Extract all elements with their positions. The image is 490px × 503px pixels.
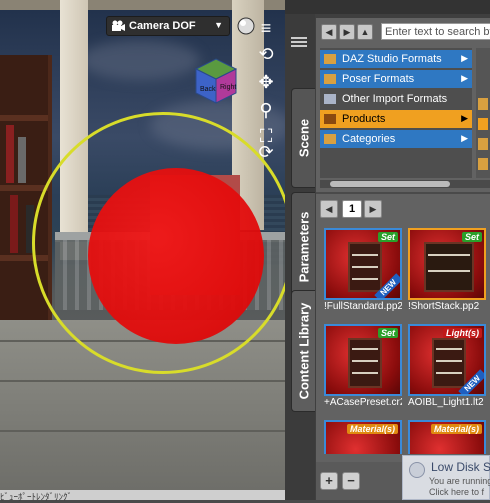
content-thumbnail: Set [324, 324, 402, 396]
tree-item-poser-formats[interactable]: Poser Formats ▶ [320, 70, 472, 88]
content-grid: Set NEW !FullStandard.pp2 Set !ShortStac… [324, 228, 490, 454]
remove-button[interactable]: − [342, 472, 360, 490]
tab-content-library-label: Content Library [296, 302, 311, 400]
panel-divider[interactable] [316, 192, 490, 194]
content-thumbnail: Material(s) [408, 420, 486, 454]
products-icon [324, 114, 336, 124]
item-badge: Set [461, 232, 482, 242]
item-badge: Light(s) [443, 328, 482, 338]
content-item-caption: !ShortStack.pp2 [408, 301, 480, 312]
camera-label: Camera DOF [129, 20, 196, 32]
zoom-icon[interactable]: ⚲ [254, 98, 278, 122]
dock-side-tabs: Scene Parameters Content Library [285, 14, 315, 500]
viewport-status: ﾋﾞｭｰﾎﾟｰﾄﾚﾝﾀﾞﾘﾝｸﾞ [0, 490, 285, 502]
content-thumbnail: Material(s) [324, 420, 402, 454]
content-item-caption: AOIBL_Light1.lt2 [408, 397, 484, 408]
item-badge: Material(s) [430, 424, 482, 434]
tree-item-label: Products [342, 113, 386, 125]
dock-header [285, 0, 490, 14]
chevron-down-icon: ▼ [214, 20, 223, 30]
tab-parameters-label: Parameters [296, 211, 311, 283]
notification-link[interactable]: Click here to f [429, 487, 484, 497]
notification-title: Low Disk S [431, 460, 490, 474]
tree-item-other-import-formats[interactable]: Other Import Formats [320, 90, 472, 108]
tree-item-label: Poser Formats [342, 73, 415, 85]
chevron-right-icon: ▶ [461, 133, 468, 143]
subfolder-column [476, 48, 490, 178]
chevron-right-icon: ▶ [461, 113, 468, 123]
notification-icon [409, 462, 425, 478]
search-input[interactable]: Enter text to search by... [381, 23, 490, 40]
back-arrow-icon[interactable]: ◀ [321, 24, 337, 40]
item-badge: Set [377, 328, 398, 338]
up-arrow-icon[interactable]: ▲ [357, 24, 373, 40]
panel-menu-icon[interactable] [291, 36, 307, 48]
notification-text: You are running [429, 476, 490, 486]
view-cube-front-label: Back [200, 86, 216, 93]
menu-icon[interactable]: ≡ [254, 16, 278, 40]
chevron-right-icon: ▶ [461, 73, 468, 83]
tree-item-products[interactable]: Products ▶ [320, 110, 472, 128]
previous-page-icon[interactable]: ◀ [320, 200, 338, 218]
content-thumbnail: Set NEW [324, 228, 402, 300]
viewport-3d[interactable]: Camera DOF ▼ Back Right ≡ ⟲ ✥ ⚲ ⛶ ⟳ [0, 0, 285, 490]
tab-scene[interactable]: Scene [291, 88, 315, 188]
forward-arrow-icon[interactable]: ▶ [339, 24, 355, 40]
camera-selector[interactable]: Camera DOF ▼ [106, 16, 230, 36]
folder-icon [324, 54, 336, 64]
folder-icon [324, 74, 336, 84]
category-tree: DAZ Studio Formats ▶ Poser Formats ▶ Oth… [320, 48, 472, 178]
view-cube[interactable]: Back Right [190, 55, 242, 107]
content-item-caption: +ACasePreset.cr2 [324, 397, 402, 408]
next-page-icon[interactable]: ▶ [364, 200, 382, 218]
tree-item-daz-studio-formats[interactable]: DAZ Studio Formats ▶ [320, 50, 472, 68]
item-badge: Set [377, 232, 398, 242]
camera-icon [112, 20, 125, 31]
chevron-right-icon: ▶ [461, 53, 468, 63]
viewport-status-text: ﾋﾞｭｰﾎﾟｰﾄﾚﾝﾀﾞﾘﾝｸﾞ [0, 492, 73, 502]
content-thumbnail: Set [408, 228, 486, 300]
view-cube-right-label: Right [220, 84, 236, 91]
item-badge: Material(s) [346, 424, 398, 434]
content-item-caption: !FullStandard.pp2 [324, 301, 402, 312]
add-button[interactable]: + [320, 472, 338, 490]
library-nav: ◀ ▶ ▲ Enter text to search by... [319, 23, 490, 44]
tree-item-label: Categories [342, 133, 396, 145]
content-library-panel: ◀ ▶ ▲ Enter text to search by... DAZ Stu… [316, 18, 490, 500]
tab-content-library[interactable]: Content Library [291, 290, 315, 412]
tree-item-label: DAZ Studio Formats [342, 53, 442, 65]
rotate-gizmo-sphere[interactable] [88, 168, 264, 344]
cloud [80, 40, 200, 80]
orbit-icon[interactable]: ⟲ [254, 42, 278, 66]
search-placeholder: Enter text to search by... [385, 26, 490, 38]
pan-icon[interactable]: ✥ [254, 70, 278, 94]
tree-horizontal-scrollbar[interactable] [320, 180, 490, 188]
folder-icon [324, 134, 336, 144]
content-thumbnail: Light(s) NEW [408, 324, 486, 396]
tree-item-categories[interactable]: Categories ▶ [320, 130, 472, 148]
tab-scene-label: Scene [296, 118, 311, 158]
low-disk-notification[interactable]: Low Disk S You are running Click here to… [402, 455, 490, 500]
scrollbar-thumb[interactable] [330, 181, 450, 187]
tree-item-label: Other Import Formats [342, 93, 448, 105]
tab-parameters[interactable]: Parameters [291, 192, 315, 302]
reset-view-icon[interactable]: ⟳ [254, 140, 278, 164]
page-number[interactable]: 1 [342, 200, 362, 218]
pager: ◀ 1 ▶ [320, 200, 490, 220]
right-dock: Scene Parameters Content Library ◀ ▶ ▲ E… [285, 0, 490, 500]
folder-icon [324, 94, 336, 104]
